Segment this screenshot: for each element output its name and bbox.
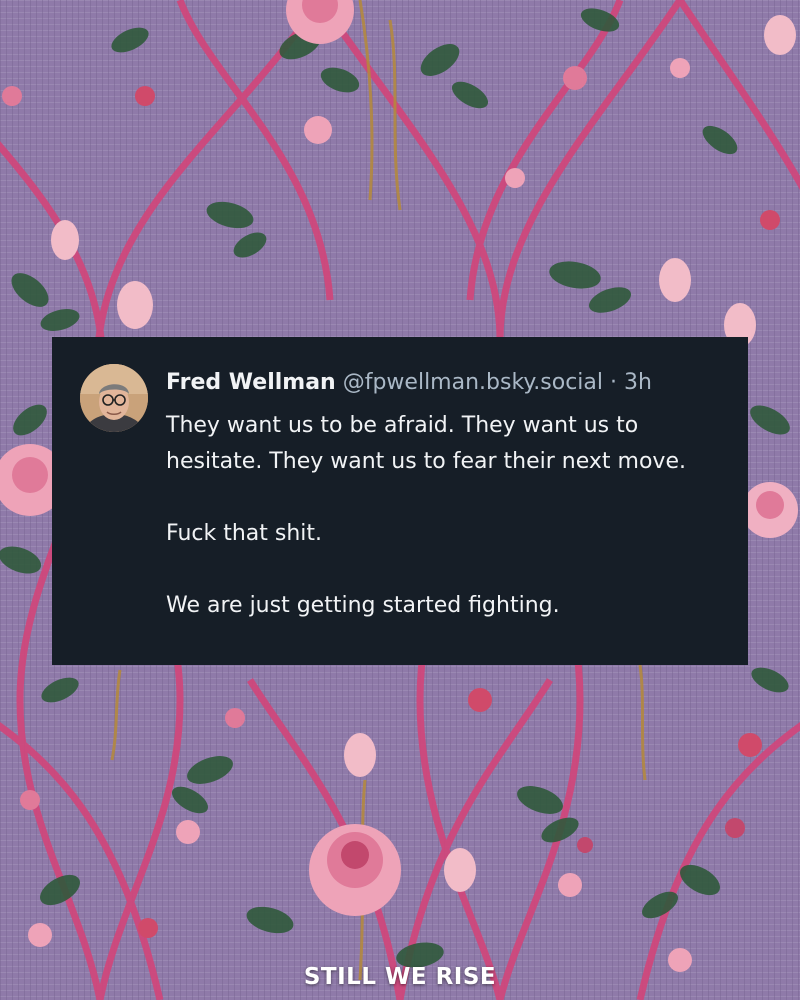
author-handle[interactable]: @fpwellman.bsky.social	[343, 370, 603, 395]
post-text: They want us to be afraid. They want us …	[166, 408, 736, 624]
author-avatar[interactable]	[80, 364, 148, 432]
post-header: Fred Wellman @fpwellman.bsky.social · 3h	[166, 368, 652, 398]
post-paragraph-2: Fuck that shit.	[166, 521, 323, 546]
footer-watermark-label: STILL WE RISE	[303, 964, 497, 990]
post-paragraph-3: We are just getting started fighting.	[166, 593, 560, 618]
author-display-name[interactable]: Fred Wellman	[166, 370, 336, 395]
bluesky-post-card[interactable]: Fred Wellman @fpwellman.bsky.social · 3h…	[52, 337, 748, 665]
post-paragraph-1: They want us to be afraid. They want us …	[166, 413, 686, 474]
post-timestamp[interactable]: 3h	[624, 370, 652, 395]
header-separator: ·	[610, 370, 618, 395]
